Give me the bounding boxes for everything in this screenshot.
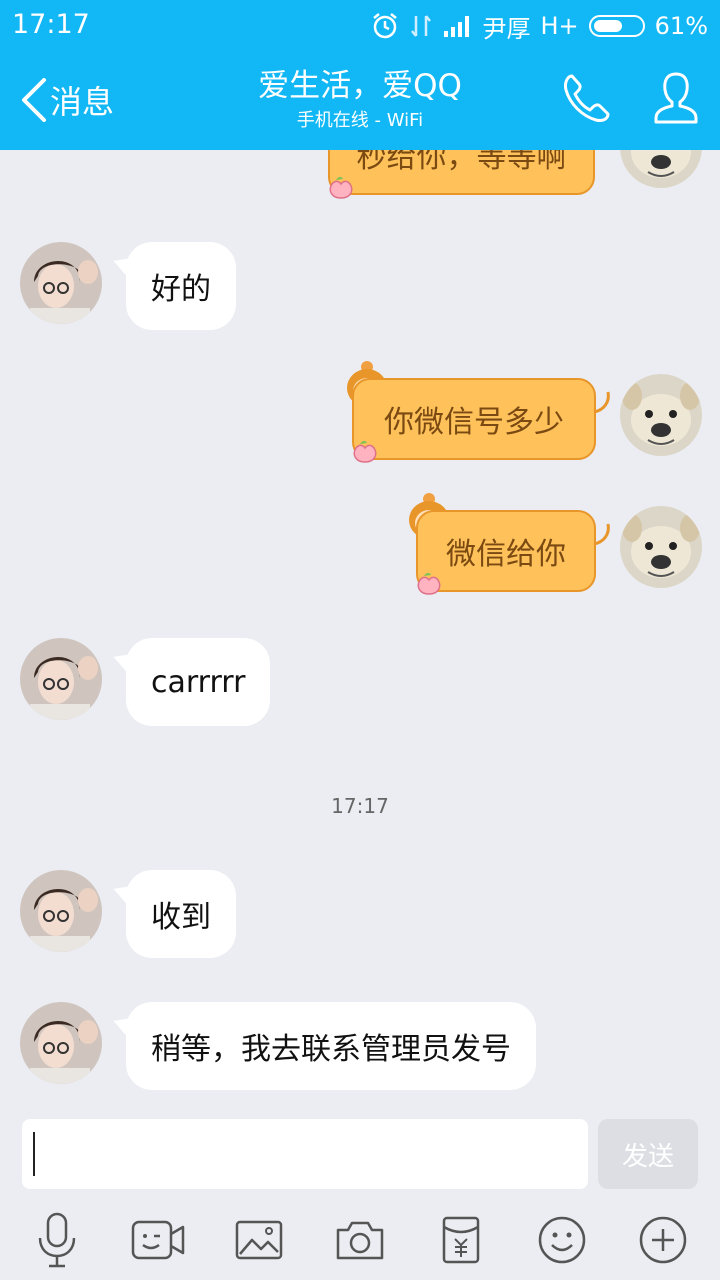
send-button[interactable]: 发送: [598, 1119, 698, 1189]
message-text: carrrrr: [151, 664, 246, 700]
video-call-icon: [131, 1220, 185, 1260]
image-button[interactable]: [229, 1210, 289, 1270]
alarm-icon: [372, 13, 397, 39]
battery-percent: 61%: [654, 12, 708, 40]
emoji-icon: [538, 1216, 586, 1264]
avatar[interactable]: [620, 374, 702, 456]
signal-icon: [443, 16, 469, 37]
more-button[interactable]: [633, 1210, 693, 1270]
composer-toolbar: [0, 1200, 720, 1280]
message-bubble[interactable]: 稍等，我去联系管理员发号: [126, 1002, 536, 1090]
message-text: 稍等，我去联系管理员发号: [151, 1032, 511, 1067]
user-profile-icon: [654, 72, 698, 124]
peach-icon: [417, 572, 441, 595]
carrier-name: 尹厚: [482, 14, 531, 43]
chat-title: 爱生活，爱QQ: [258, 68, 462, 104]
phone-icon: [564, 74, 610, 122]
bubble-tail-icon: [593, 391, 610, 414]
status-time: 17:17: [12, 9, 90, 40]
message-text: 你微信号多少: [384, 405, 564, 440]
plus-icon: [639, 1216, 687, 1264]
chat-subtitle: 手机在线 - WiFi: [296, 110, 424, 131]
avatar[interactable]: [20, 1002, 102, 1084]
dog-avatar-icon: [620, 374, 702, 456]
bubble-tail-icon: [593, 523, 610, 546]
chat-title-area[interactable]: 爱生活，爱QQ 手机在线 - WiFi: [160, 66, 560, 134]
profile-button[interactable]: [652, 70, 700, 130]
message-bubble[interactable]: 收到: [126, 870, 236, 958]
message-timestamp: 17:17: [331, 794, 389, 818]
peach-icon: [329, 176, 353, 199]
dog-avatar-icon: [620, 506, 702, 588]
microphone-icon: [38, 1212, 76, 1268]
peach-icon: [353, 440, 377, 463]
status-icons: 尹厚 H+ 61%: [371, 9, 708, 43]
camera-button[interactable]: [330, 1210, 390, 1270]
back-button[interactable]: 消息: [20, 74, 114, 126]
camera-icon: [336, 1221, 384, 1260]
girl-avatar-icon: [20, 638, 102, 720]
message-text: 微信给你: [446, 537, 566, 572]
battery-level: [593, 20, 622, 32]
avatar[interactable]: [20, 242, 102, 324]
red-packet-button[interactable]: [431, 1210, 491, 1270]
message-bubble[interactable]: 好的: [126, 242, 236, 330]
message-input[interactable]: [22, 1119, 588, 1189]
avatar[interactable]: [20, 870, 102, 952]
girl-avatar-icon: [20, 242, 102, 324]
call-button[interactable]: [560, 72, 612, 130]
network-type: H+: [540, 12, 579, 40]
status-bar: 17:17 尹厚 H+ 61%: [0, 0, 720, 50]
composer-bar: 发送: [0, 1100, 720, 1200]
chevron-left-icon: [22, 78, 46, 122]
girl-avatar-icon: [20, 1002, 102, 1084]
image-icon: [235, 1220, 283, 1260]
girl-avatar-icon: [20, 870, 102, 952]
back-label: 消息: [50, 83, 115, 121]
red-packet-icon: [442, 1216, 480, 1264]
message-bubble[interactable]: carrrrr: [126, 638, 271, 726]
avatar[interactable]: [620, 506, 702, 588]
battery-icon: [588, 15, 645, 37]
data-transfer-icon: [410, 15, 431, 37]
message-bubble[interactable]: 你微信号多少: [352, 378, 596, 460]
avatar[interactable]: [20, 638, 102, 720]
chat-header: 17:17 尹厚 H+ 61% 消息 爱生活，爱QQ 手机在线 - WiFi: [0, 0, 720, 150]
message-text: 好的: [151, 272, 211, 307]
emoji-button[interactable]: [532, 1210, 592, 1270]
voice-button[interactable]: [27, 1210, 87, 1270]
video-call-button[interactable]: [128, 1210, 188, 1270]
message-text: 收到: [151, 900, 211, 935]
text-cursor: [33, 1132, 35, 1176]
chat-area[interactable]: 秒给你，等等啊 好的 你微信号多少 微信给你 carrrrr 17:17 收到 …: [0, 0, 720, 1100]
